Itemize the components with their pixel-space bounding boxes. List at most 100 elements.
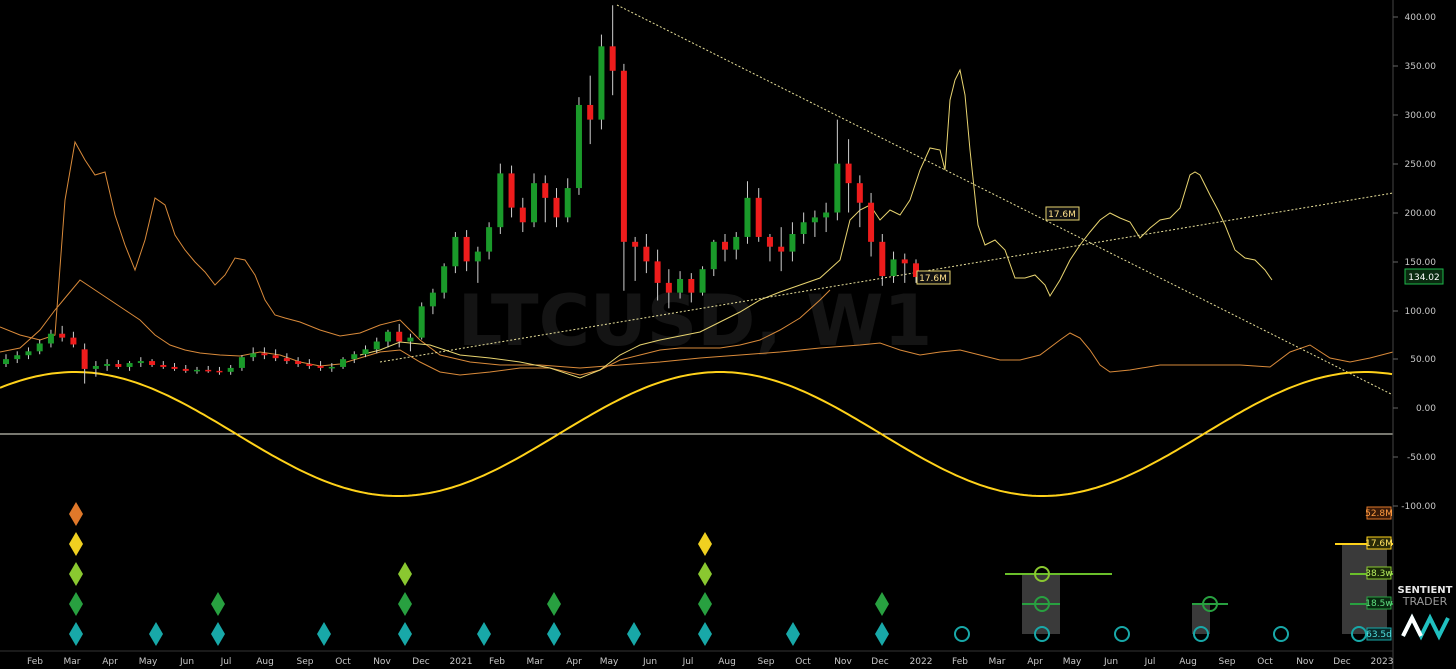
bearish-candle — [665, 282, 672, 293]
month-tick-label: Jun — [1103, 657, 1118, 667]
bullish-candle — [452, 236, 459, 267]
month-tick-label: May — [1063, 657, 1082, 667]
bullish-candle — [92, 365, 99, 369]
bullish-candle — [531, 183, 538, 223]
bullish-candle — [238, 357, 245, 368]
tag-63-5d: 63.5d — [1366, 630, 1392, 640]
bearish-candle — [216, 370, 223, 373]
bullish-candle — [429, 292, 436, 307]
chart-canvas: LTCUSD, W1 17.6M 17.6M 400.00 350.00 300.0… — [0, 0, 1456, 669]
month-tick-label: Nov — [834, 657, 852, 667]
bullish-candle — [598, 46, 605, 120]
month-tick-label: Sep — [297, 657, 314, 667]
month-tick-label: Dec — [412, 657, 429, 667]
month-tick-label: Sep — [758, 657, 775, 667]
bearish-candle — [856, 183, 863, 203]
bullish-candle — [137, 361, 144, 364]
price-tick-label: 50.00 — [1410, 355, 1436, 365]
price-tick-label: 350.00 — [1405, 62, 1437, 72]
month-tick-label: Aug — [256, 657, 274, 667]
bullish-candle — [47, 333, 54, 344]
month-tick-label: Aug — [718, 657, 736, 667]
bearish-candle — [766, 236, 773, 247]
bearish-candle — [778, 246, 785, 252]
tag-17-6m: 17.6M — [1365, 539, 1393, 549]
bearish-candle — [272, 355, 279, 359]
bearish-candle — [654, 261, 661, 283]
bullish-candle — [104, 364, 111, 366]
bearish-candle — [643, 246, 650, 262]
bearish-candle — [182, 368, 189, 371]
bullish-candle — [575, 104, 582, 189]
month-tick-label: Mar — [527, 657, 544, 667]
month-tick-label: Feb — [27, 657, 43, 667]
price-tick-label: 250.00 — [1405, 160, 1437, 170]
bearish-candle — [205, 369, 212, 372]
bearish-candle — [283, 358, 290, 362]
bearish-candle — [317, 365, 324, 368]
month-tick-label: Apr — [1027, 657, 1043, 667]
bearish-candle — [620, 70, 627, 242]
bullish-candle — [351, 354, 358, 360]
month-tick-label: 2021 — [450, 657, 473, 667]
bearish-candle — [306, 364, 313, 366]
bullish-candle — [36, 343, 43, 352]
bearish-candle — [295, 361, 302, 365]
bearish-candle — [553, 197, 560, 218]
price-tick-label: 300.00 — [1405, 111, 1437, 121]
bullish-candle — [384, 331, 391, 342]
bearish-candle — [70, 337, 77, 345]
bearish-candle — [463, 236, 470, 262]
tag-52-8m: 52.8M — [1365, 509, 1393, 519]
price-tick-label: -100.00 — [1401, 502, 1436, 512]
bearish-candle — [171, 366, 178, 369]
price-tick-label: 200.00 — [1405, 209, 1437, 219]
bullish-candle — [328, 366, 335, 369]
bullish-candle — [486, 227, 493, 252]
bearish-candle — [261, 353, 268, 356]
tag-18-5w: 18.5w — [1365, 599, 1392, 609]
bearish-candle — [508, 173, 515, 208]
bullish-candle — [362, 349, 369, 355]
month-tick-label: 2022 — [910, 657, 933, 667]
price-tick-label: 100.00 — [1405, 307, 1437, 317]
bullish-candle — [823, 212, 830, 218]
bullish-candle — [25, 351, 32, 356]
month-tick-label: Jul — [220, 657, 232, 667]
last-price-tag: 134.02 — [1404, 268, 1444, 285]
bullish-candle — [250, 353, 257, 358]
bullish-candle — [14, 355, 21, 360]
trend-tag-lower-label: 17.6M — [919, 274, 947, 284]
bullish-candle — [699, 269, 706, 293]
bearish-candle — [160, 364, 167, 367]
price-tick-label: 0.00 — [1416, 404, 1436, 414]
bearish-candle — [519, 207, 526, 223]
price-tick-label: 400.00 — [1405, 13, 1437, 23]
bearish-candle — [868, 202, 875, 242]
bullish-candle — [418, 306, 425, 338]
trend-tag-lower: 17.6M — [916, 270, 951, 285]
bullish-candle — [407, 337, 414, 342]
bullish-candle — [441, 266, 448, 293]
bearish-candle — [59, 333, 66, 338]
month-tick-label: Apr — [566, 657, 582, 667]
bullish-candle — [811, 217, 818, 223]
bullish-candle — [340, 359, 347, 367]
month-tick-label: Feb — [952, 657, 968, 667]
bullish-candle — [497, 173, 504, 228]
bearish-candle — [115, 364, 122, 367]
bearish-candle — [396, 331, 403, 342]
bearish-candle — [542, 183, 549, 198]
bullish-candle — [193, 369, 200, 372]
bearish-candle — [688, 278, 695, 293]
tag-38-3w: 38.3w — [1365, 569, 1392, 579]
bearish-candle — [632, 241, 639, 247]
month-tick-label: Aug — [1179, 657, 1197, 667]
last-price-value: 134.02 — [1408, 273, 1440, 283]
symbol-watermark: LTCUSD, W1 — [458, 280, 932, 362]
price-tick-label: 150.00 — [1405, 258, 1437, 268]
month-tick-label: Sep — [1219, 657, 1236, 667]
bullish-candle — [890, 259, 897, 277]
bullish-candle — [744, 197, 751, 237]
month-tick-label: Oct — [1257, 657, 1273, 667]
